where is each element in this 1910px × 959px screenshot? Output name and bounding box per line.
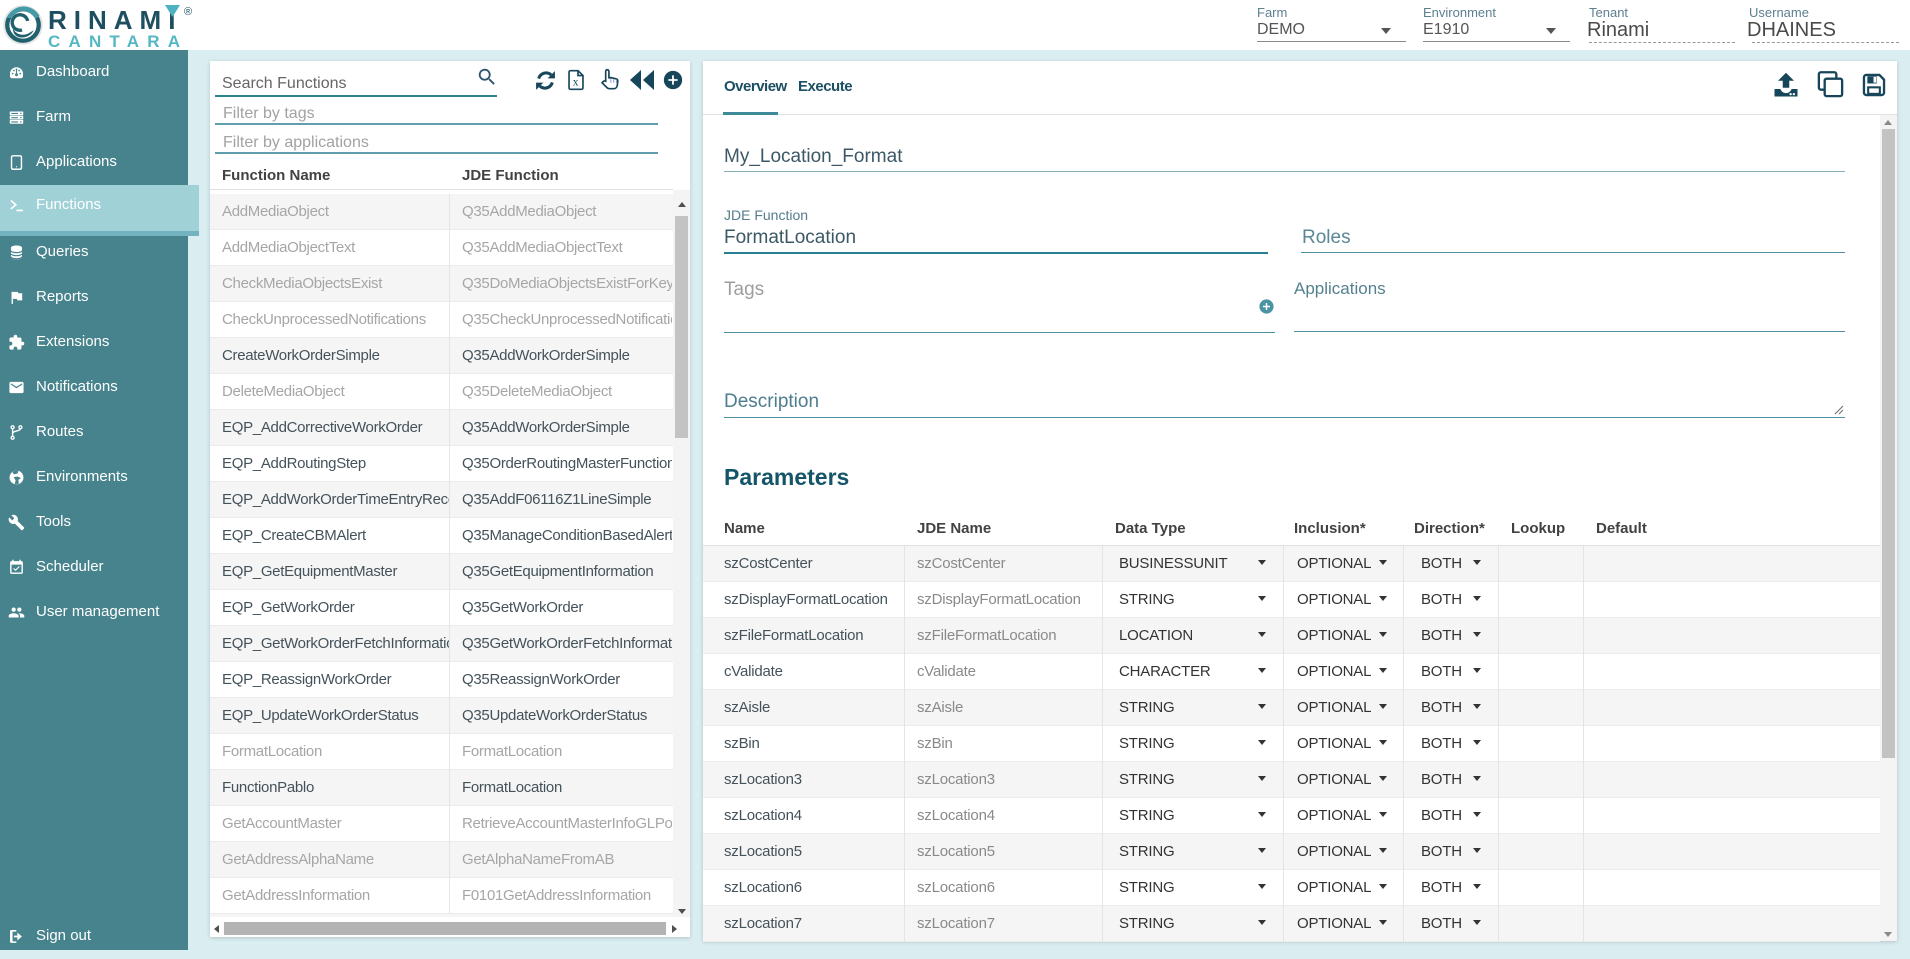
- svg-text:CANTARA: CANTARA: [48, 32, 188, 49]
- svg-text:x: x: [573, 77, 579, 89]
- svg-text:®: ®: [184, 6, 192, 18]
- svg-text:RINAMI: RINAMI: [48, 5, 182, 35]
